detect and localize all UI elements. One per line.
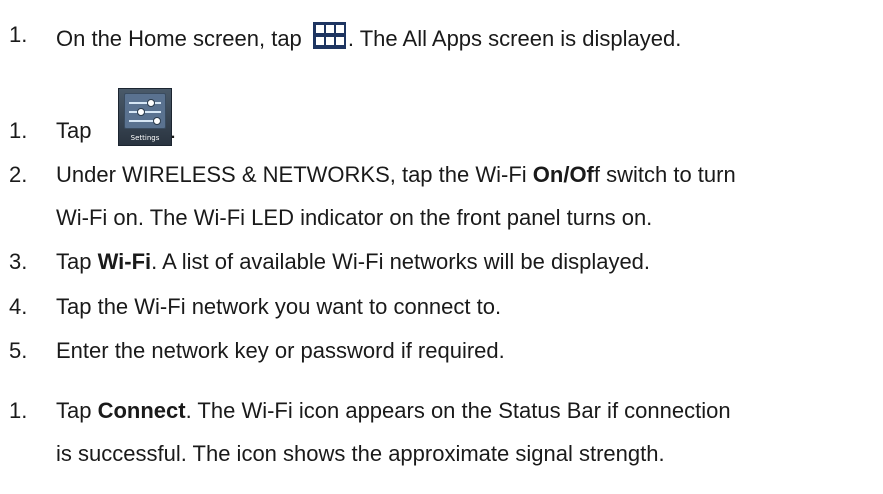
step-text: Tap	[56, 398, 98, 423]
step-text-end: f switch to turn	[593, 162, 736, 187]
step-number: 4.	[9, 294, 28, 319]
step-text-end: .	[170, 118, 177, 143]
step-text-end: . The Wi-Fi icon appears on the Status B…	[185, 398, 731, 423]
step-text-end: . The All Apps screen is displayed.	[347, 26, 682, 51]
step-number: 2.	[9, 162, 28, 187]
step-number: 5.	[9, 338, 28, 363]
step-text: Tap the Wi-Fi network you want to connec…	[56, 294, 502, 319]
step-bold-text: On/Of	[532, 162, 594, 187]
step-bold-text: Connect	[97, 398, 186, 423]
settings-icon-caption: Settings	[130, 134, 160, 142]
settings-icon: Settings	[118, 88, 172, 146]
step-text-continued: Wi-Fi on. The Wi-Fi LED indicator on the…	[56, 205, 653, 230]
step-text: On the Home screen, tap	[56, 26, 308, 51]
step-text: Tap	[56, 249, 98, 274]
step-text-end: . A list of available Wi-Fi networks wil…	[151, 249, 651, 274]
step-number: 1.	[9, 398, 28, 423]
step-text: Under WIRELESS & NETWORKS, tap the Wi-Fi	[56, 162, 533, 187]
all-apps-grid-icon	[312, 22, 346, 49]
step-number: 3.	[9, 249, 28, 274]
step-number: 1.	[9, 118, 28, 143]
step-text-continued: is successful. The icon shows the approx…	[56, 441, 665, 466]
step-bold-text: Wi-Fi	[97, 249, 152, 274]
step-number: 1.	[9, 22, 28, 47]
step-text: Tap	[56, 118, 92, 143]
step-text: Enter the network key or password if req…	[56, 338, 505, 363]
